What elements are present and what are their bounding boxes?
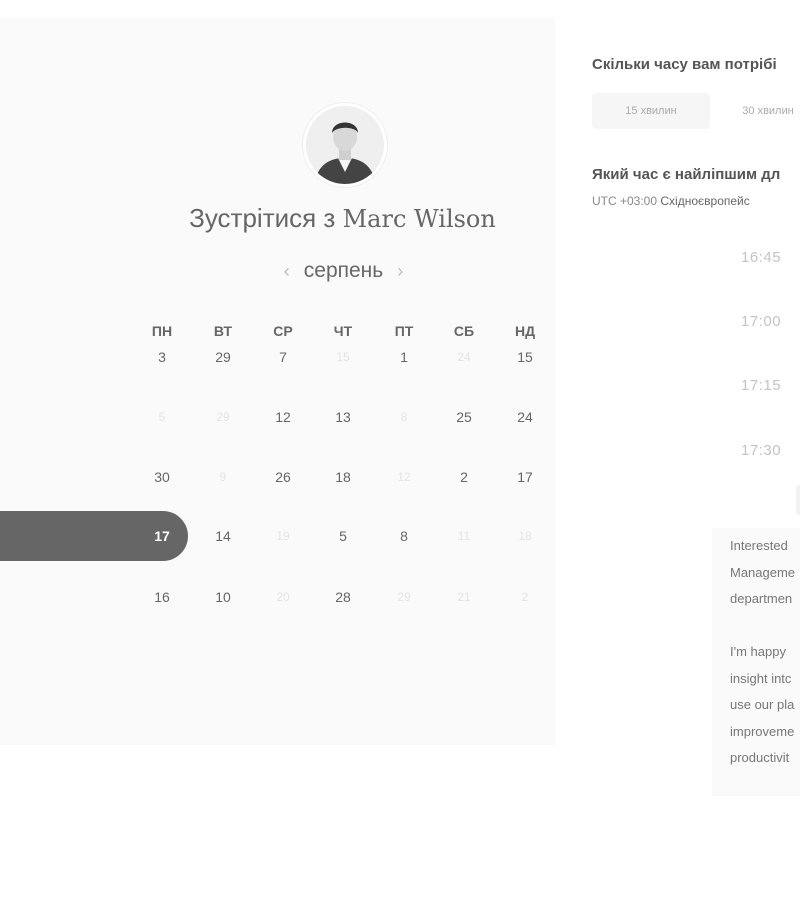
calendar-day[interactable]: 7 [263, 349, 303, 365]
calendar-day[interactable]: 29 [203, 349, 243, 365]
calendar-day[interactable]: 28 [323, 589, 363, 605]
bio-paragraph: I'm happy insight intc use our pla impro… [730, 644, 795, 765]
calendar-day[interactable]: 18 [323, 469, 363, 485]
chevron-left-icon[interactable]: ‹ [284, 261, 290, 282]
time-question: Який час є найліпшим дл [592, 166, 781, 183]
time-slot[interactable]: 17:00 [741, 313, 781, 330]
calendar-day: 12 [397, 470, 411, 484]
weekday-label: ВТ [213, 323, 233, 339]
calendar-day: 29 [216, 410, 230, 424]
calendar-day[interactable]: 25 [444, 409, 484, 425]
host-avatar [303, 103, 387, 187]
calendar-day[interactable]: 12 [263, 409, 303, 425]
title-prefix: Зустрітися з [189, 203, 336, 233]
weekday-label: НД [514, 323, 536, 339]
weekday-label: ПН [151, 323, 173, 339]
time-slot[interactable]: 17:30 [741, 442, 781, 459]
calendar-day: 19 [276, 529, 290, 543]
bio-paragraph: Interested Manageme departmen [730, 538, 796, 606]
calendar-day-selected[interactable]: 17 [142, 528, 182, 544]
calendar-day[interactable]: 5 [323, 528, 363, 544]
weekday-label: СБ [453, 323, 475, 339]
calendar-day[interactable]: 17 [505, 469, 545, 485]
calendar-day[interactable]: 2 [444, 469, 484, 485]
calendar-day[interactable]: 30 [142, 469, 182, 485]
calendar-day: 18 [518, 529, 532, 543]
month-navigation: ‹ серпень › [256, 256, 431, 286]
timezone-label[interactable]: UTC +03:00 Східноєвропейс [592, 194, 750, 208]
calendar-day: 20 [276, 590, 290, 604]
calendar-day[interactable]: 14 [203, 528, 243, 544]
weekday-label: ПТ [394, 323, 414, 339]
calendar-day: 9 [219, 470, 227, 484]
duration-question: Скільки часу вам потрібі [592, 56, 777, 73]
calendar-day: 29 [397, 590, 411, 604]
timezone-name: Східноєвропейс [660, 194, 750, 208]
calendar-day: 15 [336, 350, 350, 364]
duration-option-15[interactable]: 15 хвилин [592, 93, 710, 129]
calendar-day[interactable]: 13 [323, 409, 363, 425]
calendar-day[interactable]: 10 [203, 589, 243, 605]
booking-title: Зустрітися з Marc Wilson [0, 203, 685, 234]
host-name: Marc Wilson [342, 205, 496, 233]
scroll-more-button[interactable] [796, 485, 800, 515]
time-slot[interactable]: 16:45 [741, 249, 781, 266]
profile-photo-icon [306, 106, 384, 184]
calendar-day: 21 [457, 590, 471, 604]
calendar-day[interactable]: 16 [142, 589, 182, 605]
weekday-label: СР [273, 323, 293, 339]
timezone-offset: UTC +03:00 [592, 194, 658, 208]
calendar-panel [0, 18, 555, 745]
calendar-day[interactable]: 24 [505, 409, 545, 425]
calendar-day: 2 [521, 590, 529, 604]
month-label: серпень [303, 259, 384, 282]
weekday-label: ЧТ [333, 323, 353, 339]
chevron-right-icon[interactable]: › [397, 261, 403, 282]
calendar-day[interactable]: 26 [263, 469, 303, 485]
host-bio: Interested Manageme departmen I'm happy … [712, 528, 800, 796]
calendar-day[interactable]: 1 [384, 349, 424, 365]
calendar-day[interactable]: 15 [505, 349, 545, 365]
calendar-day: 8 [400, 410, 408, 424]
calendar-day: 5 [158, 410, 166, 424]
calendar-day: 11 [457, 529, 471, 543]
calendar-day[interactable]: 8 [384, 528, 424, 544]
time-slot[interactable]: 17:15 [741, 377, 781, 394]
duration-option-30[interactable]: 30 хвилин [728, 93, 800, 129]
calendar-day: 24 [457, 350, 471, 364]
calendar-day[interactable]: 3 [142, 349, 182, 365]
